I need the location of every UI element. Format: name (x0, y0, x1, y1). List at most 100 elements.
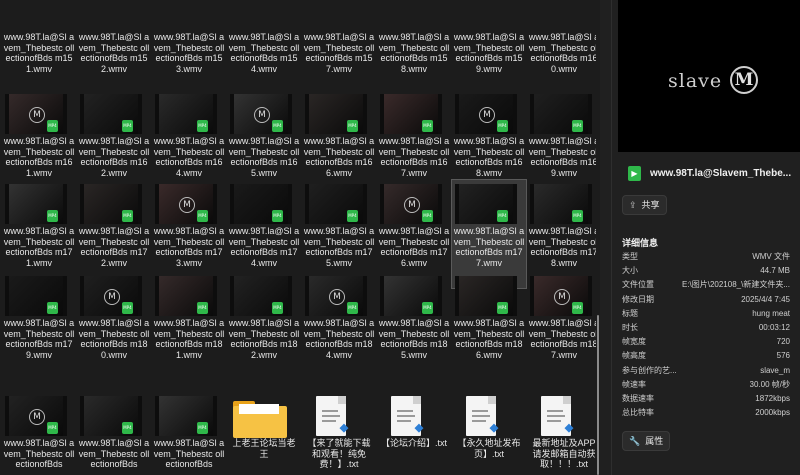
file-tile[interactable]: MP4 www.98T.la@Sl avem_Thebestc ollection… (2, 180, 76, 270)
property-value: 576 (776, 351, 790, 361)
mp4-badge-icon: MP4 (422, 210, 433, 222)
file-tile-label: www.98T.la@Sl avem_Thebestc ollectionofB… (453, 226, 525, 268)
file-tile[interactable]: MMP4www.98T.la@Sl avem_Thebestc ollectio… (227, 90, 301, 180)
file-tile-label: www.98T.la@Sl avem_Thebestc ollectionofB… (153, 438, 225, 469)
file-tile[interactable]: MMP4www.98T.la@Sl avem_Thebestc ollectio… (302, 272, 376, 362)
file-tile[interactable]: MP4www.98T.la@Sl avem_Thebestc ollection… (152, 0, 226, 74)
file-tile[interactable]: MMP4www.98T.la@Sl avem_Thebestc ollectio… (527, 272, 600, 362)
property-key: 总比特率 (622, 408, 654, 418)
file-tile-label: www.98T.la@Sl avem_Thebestc ollectionofB… (153, 318, 225, 360)
file-tile[interactable]: MP4www.98T.la@Sl avem_Thebestc ollection… (77, 392, 151, 475)
property-value: 44.7 MB (760, 266, 790, 276)
logo-mark: M (329, 289, 345, 305)
file-tile[interactable]: MP4www.98T.la@Sl avem_Thebestc ollection… (152, 90, 226, 180)
file-tile[interactable]: MP4www.98T.la@Sl avem_Thebestc ollection… (2, 0, 76, 74)
properties-button[interactable]: 🔧 属性 (622, 431, 671, 451)
file-tile[interactable]: MP4www.98T.la@Sl avem_Thebestc ollection… (227, 0, 301, 74)
file-tile[interactable]: MP4 www.98T.la@Sl avem_Thebestc ollection… (452, 272, 526, 362)
property-value: 2025/4/4 7:45 (741, 294, 790, 304)
mp4-badge-icon: MP4 (197, 302, 208, 314)
file-tile[interactable]: MMP4www.98T.la@Sl avem_Thebestc ollectio… (2, 392, 76, 475)
file-tile[interactable]: MP4 www.98T.la@Sl avem_Thebestc ollection… (377, 90, 451, 180)
preview-logo: M (730, 66, 758, 94)
file-tile-label: www.98T.la@Sl avem_Thebestc ollectionofB… (153, 32, 225, 74)
property-key: 文件位置 (622, 280, 654, 290)
property-row: 帧速率 30.00 帧/秒 (622, 378, 790, 392)
property-row: 大小 44.7 MB (622, 264, 790, 278)
file-tile-label: www.98T.la@Sl avem_Thebestc ollectionofB… (228, 32, 300, 74)
file-tile[interactable]: MP4www.98T.la@Sl avem_Thebestc ollection… (227, 180, 301, 270)
property-value: 30.00 帧/秒 (749, 379, 790, 389)
property-value: 2000kbps (755, 408, 790, 418)
property-key: 类型 (622, 252, 638, 261)
properties-label: 属性 (645, 436, 664, 446)
share-icon: ⇪ (629, 200, 637, 210)
file-tile[interactable]: MP4www.98T.la@Sl avem_Thebestc ollection… (152, 392, 226, 475)
mp4-badge-icon: MP4 (572, 210, 583, 222)
mp4-badge-icon: MP4 (572, 302, 583, 314)
file-tile-label: www.98T.la@Sl avem_Thebestc ollectionofB… (453, 32, 525, 74)
property-row: 帧宽度 720 (622, 335, 790, 349)
file-tile[interactable]: MMP4www.98T.la@Sl avem_Thebestc ollectio… (302, 0, 376, 74)
file-tile[interactable]: MP4www.98T.la@Sl avem_Thebestc ollection… (527, 180, 600, 270)
file-tile-label: www.98T.la@Sl avem_Thebestc ollectionofB… (78, 136, 150, 178)
file-tile-label: www.98T.la@Sl avem_Thebestc ollectionofB… (378, 32, 450, 74)
file-tile[interactable]: ◆ 【永久地址发布 页】.txt (452, 392, 526, 475)
file-tile[interactable]: MP4www.98T.la@Sl avem_Thebestc ollection… (377, 0, 451, 74)
mp4-badge-icon: MP4 (122, 422, 133, 434)
file-tile[interactable]: MP4www.98T.la@Sl avem_Thebestc ollection… (377, 272, 451, 362)
mp4-badge-icon: MP4 (497, 120, 508, 132)
file-tile-label: www.98T.la@Sl avem_Thebestc ollectionofB… (453, 318, 525, 360)
file-tile[interactable]: MMP4 www.98T.la@Sl avem_Thebestc ollectio… (2, 90, 76, 180)
file-tile[interactable]: MP4www.98T.la@Sl avem_Thebestc ollection… (77, 180, 151, 270)
file-tile[interactable]: MMP4www.98T.la@Sl avem_Thebestc ollectio… (77, 0, 151, 74)
share-button[interactable]: ⇪ 共享 (622, 195, 667, 215)
file-tile[interactable]: MP4 www.98T.la@Sl avem_Thebestc ollection… (152, 272, 226, 362)
file-tile[interactable]: MMP4www.98T.la@Sl avem_Thebestc ollectio… (77, 272, 151, 362)
mp4-badge-icon: MP4 (422, 120, 433, 132)
mp4-badge-icon: MP4 (272, 302, 283, 314)
file-tile-label: www.98T.la@Sl avem_Thebestc ollectionofB… (3, 226, 75, 268)
file-tile[interactable]: MP4www.98T.la@Sl avem_Thebestc ollection… (2, 272, 76, 362)
vertical-scrollbar[interactable] (596, 0, 600, 475)
folder-icon (233, 398, 287, 438)
file-tile[interactable]: 上老王论坛当老 王 (227, 392, 301, 475)
file-tile-label: www.98T.la@Sl avem_Thebestc ollectionofB… (303, 136, 375, 178)
mp4-badge-icon: MP4 (272, 210, 283, 222)
file-tile[interactable]: MP4www.98T.la@Sl avem_Thebestc ollection… (452, 0, 526, 74)
file-tile[interactable]: ◆ 最新地址及APP 请发邮箱自动获 取！！！.txt (527, 392, 600, 475)
file-tile[interactable]: MP4www.98T.la@Sl avem_Thebestc ollection… (302, 180, 376, 270)
share-label: 共享 (641, 200, 660, 210)
logo-mark: M (404, 197, 420, 213)
property-key: 大小 (622, 266, 638, 276)
file-tile-label: 上老王论坛当老 王 (232, 438, 296, 459)
property-row: 标题 hung meat (622, 307, 790, 321)
file-tile[interactable]: ◆ 【来了就能下载 和观看！纯免 费！】.txt (302, 392, 376, 475)
file-tile-label: www.98T.la@Sl avem_Thebestc ollectionofB… (378, 136, 450, 178)
file-tile[interactable]: MMP4www.98T.la@Sl avem_Thebestc ollectio… (152, 180, 226, 270)
mp4-badge-icon: MP4 (347, 210, 358, 222)
logo-mark: M (29, 107, 45, 123)
file-tile[interactable]: MMP4www.98T.la@Sl avem_Thebestc ollectio… (452, 90, 526, 180)
mp4-badge-icon: MP4 (47, 302, 58, 314)
details-pane: slave M ▶ www.98T.la@Slavem_Thebe... ⇪ 共享… (612, 0, 800, 475)
scrollbar-thumb[interactable] (597, 315, 599, 475)
file-tile[interactable]: ◆ 【论坛介绍】.txt (377, 392, 451, 475)
property-row: 数据速率 1872kbps (622, 392, 790, 406)
file-tile-label: www.98T.la@Sl avem_Thebestc ollectionofB… (303, 32, 375, 74)
file-tile[interactable]: MMP4www.98T.la@Sl avem_Thebestc ollectio… (527, 0, 600, 74)
file-tile[interactable]: MP4www.98T.la@Sl avem_Thebestc ollection… (302, 90, 376, 180)
mp4-badge-icon: MP4 (47, 120, 58, 132)
mp4-badge-icon: MP4 (497, 302, 508, 314)
file-tile[interactable]: MMP4www.98T.la@Sl avem_Thebestc ollectio… (377, 180, 451, 270)
property-row: 帧高度 576 (622, 349, 790, 363)
file-tile-label: www.98T.la@Sl avem_Thebestc ollectionofB… (3, 136, 75, 178)
file-tile-label: www.98T.la@Sl avem_Thebestc ollectionofB… (453, 136, 525, 178)
logo-mark: M (29, 409, 45, 425)
mp4-badge-icon: MP4 (47, 210, 58, 222)
file-tile[interactable]: MP4www.98T.la@Sl avem_Thebestc ollection… (227, 272, 301, 362)
file-tile[interactable]: MP4www.98T.la@Sl avem_Thebestc ollection… (527, 90, 600, 180)
file-tile-label: 【论坛介绍】.txt (380, 438, 447, 448)
file-tile[interactable]: MP4www.98T.la@Sl avem_Thebestc ollection… (77, 90, 151, 180)
property-key: 数据速率 (622, 394, 654, 403)
